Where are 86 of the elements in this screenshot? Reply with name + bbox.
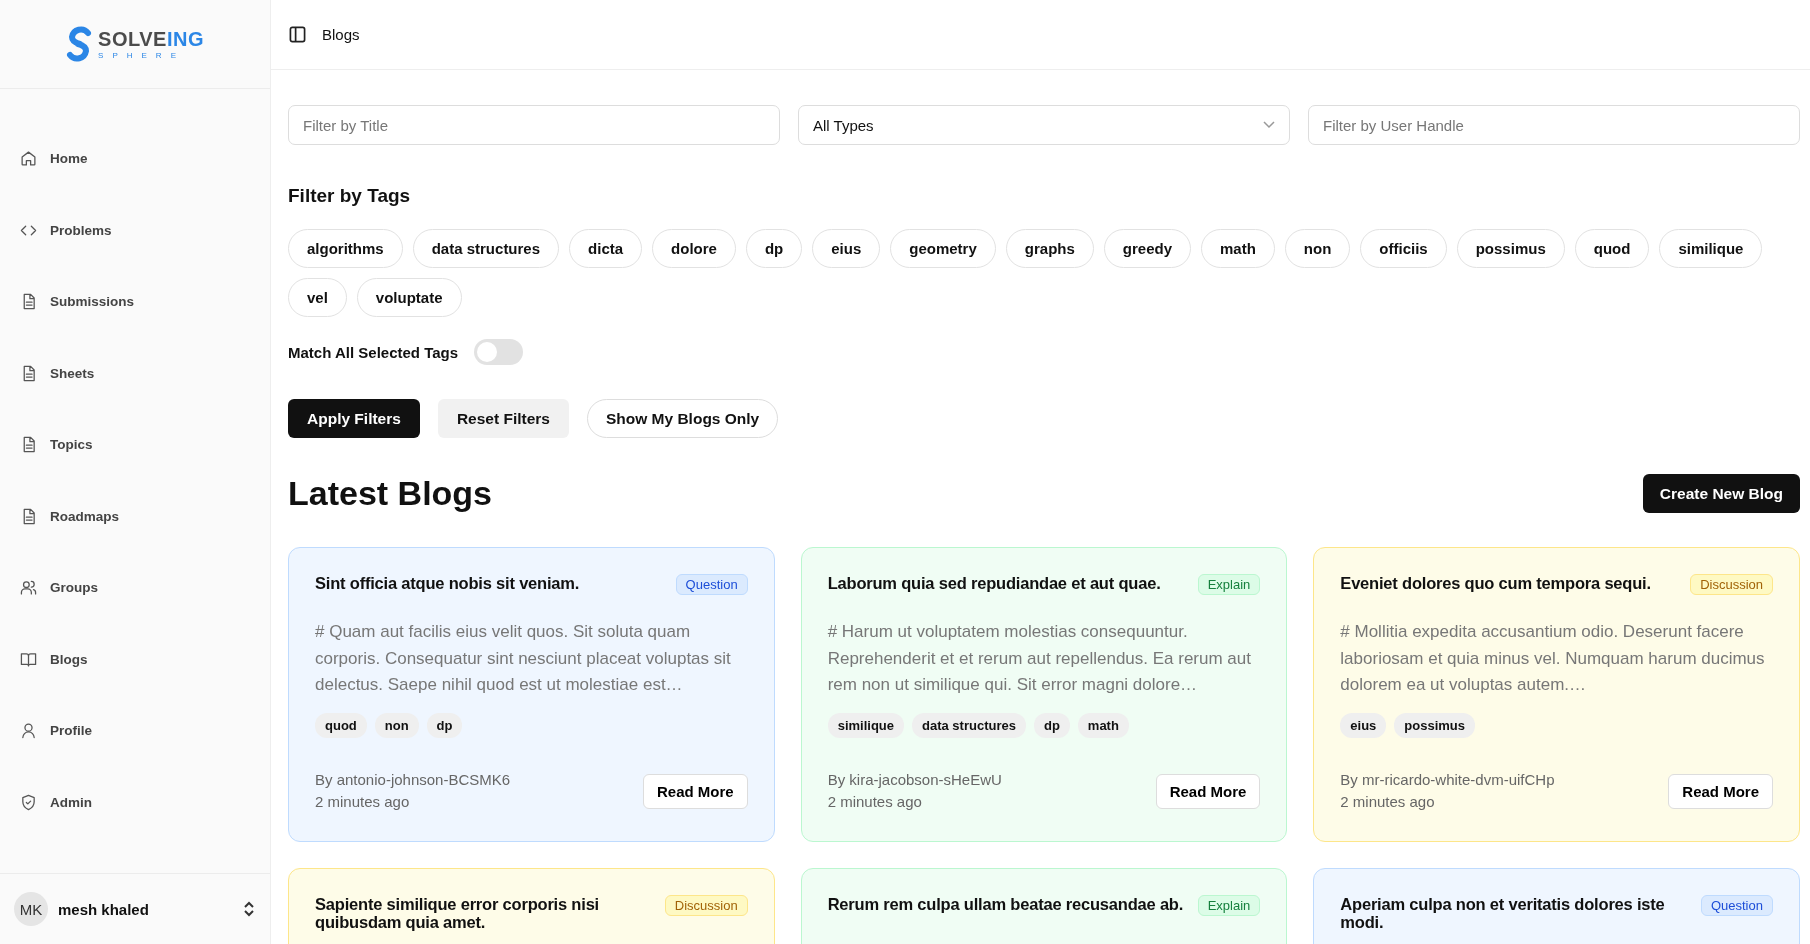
sidebar-item[interactable]: Home: [0, 123, 270, 195]
read-more-button[interactable]: Read More: [642, 774, 748, 809]
tag-chip[interactable]: dp: [745, 229, 803, 268]
type-badge: Discussion: [1690, 574, 1773, 595]
blog-excerpt: # Mollitia expedita accusantium odio. Deserunt facere laboriosam et quia minus vel. Numquam harum ducimus dolorem ea ut voluptas autem.…: [1340, 621, 1766, 696]
blog-tag: dp: [1033, 712, 1070, 738]
type-badge: Question: [675, 574, 748, 595]
blog-tag: quod: [315, 712, 367, 738]
tag-chip[interactable]: non: [1284, 229, 1351, 268]
people-icon: [20, 579, 37, 597]
create-blog-button[interactable]: Create New Blog: [1642, 474, 1800, 513]
handle-filter-field[interactable]: Filter by User Handle: [1308, 105, 1800, 145]
blog-author: By mr-ricardo-white-dvm-uifCHp: [1340, 770, 1555, 790]
chevron-updown-icon[interactable]: [242, 901, 256, 917]
logo-text-accent: ING: [166, 27, 204, 50]
type-badge: Explain: [1197, 574, 1261, 595]
tag-chip[interactable]: similique: [1659, 229, 1763, 268]
toggle-switch[interactable]: [474, 339, 524, 365]
primary-button[interactable]: Apply Filters: [288, 399, 420, 438]
outline-button[interactable]: Show My Blogs Only: [586, 399, 779, 438]
logo-text: SOLVE: [98, 27, 167, 50]
type-select[interactable]: All Types: [798, 105, 1290, 145]
page-title: Blogs: [322, 26, 360, 43]
type-badge: Explain: [1197, 895, 1261, 916]
sidebar-toggle-icon[interactable]: [289, 26, 306, 43]
blog-title: Laborum quia sed repudiandae et aut quae.: [827, 574, 1161, 593]
tag-chip[interactable]: data structures: [412, 229, 560, 268]
home-icon: [20, 150, 37, 168]
tag-chip[interactable]: eius: [812, 229, 881, 268]
blog-title: Sapiente similique error corporis nisi quibusdam quia amet.: [315, 895, 600, 932]
read-more-button[interactable]: Read More: [1668, 774, 1773, 809]
tag-chip[interactable]: voluptate: [356, 278, 462, 317]
tag-chip[interactable]: math: [1201, 229, 1275, 268]
type-badge: Discussion: [664, 895, 748, 916]
tag-chip[interactable]: greedy: [1103, 229, 1191, 268]
sidebar-item[interactable]: Admin: [0, 766, 270, 838]
sidebar-item[interactable]: Submissions: [0, 266, 270, 338]
chevron-down-icon: [1263, 121, 1275, 129]
tag-chip[interactable]: vel: [288, 278, 347, 317]
blog-title: Rerum rem culpa ullam beatae recusandae ab.: [827, 895, 1184, 914]
tag-chip[interactable]: algorithms: [288, 229, 403, 268]
blog-tag: math: [1077, 712, 1129, 738]
logo-tagline: SPHERE: [98, 51, 186, 60]
tag-chip[interactable]: graphs: [1005, 229, 1094, 268]
section-title: Latest Blogs: [288, 474, 493, 513]
blog-tag: possimus: [1394, 712, 1476, 738]
blog-tag: eius: [1340, 712, 1387, 738]
sidebar-item[interactable]: Topics: [0, 409, 270, 481]
book-icon: [20, 650, 37, 668]
sidebar-item[interactable]: Blogs: [0, 623, 270, 695]
sidebar-item[interactable]: Problems: [0, 194, 270, 266]
toggle-label: Match All Selected Tags: [288, 343, 459, 361]
section-heading: Filter by Tags: [288, 185, 412, 207]
blog-excerpt: # Quam aut facilis eius velit quos. Sit soluta quam corporis. Consequatur sint nesciunt placeat voluptas sit delectus. Saepe nihil quod est ut molestiae est…: [315, 621, 732, 696]
blog-tag: non: [374, 712, 419, 738]
blog-author: By kira-jacobson-sHeEwU: [827, 770, 1002, 790]
type-badge: Question: [1700, 895, 1773, 916]
blog-tag: data structures: [912, 712, 1026, 738]
user-name: mesh khaled: [58, 900, 150, 918]
blog-excerpt: # Harum ut voluptatem molestias consequuntur. Reprehenderit et et rerum aut repellendus. Ea rerum aut rem non ut similique qui. Sit error magni dolore…: [827, 621, 1252, 696]
blog-time: 2 minutes ago: [315, 792, 411, 812]
shield-icon: [20, 793, 37, 811]
blog-title: Eveniet dolores quo cum tempora sequi.: [1340, 574, 1651, 593]
blog-title: Sint officia atque nobis sit veniam.: [315, 574, 580, 593]
sidebar-item[interactable]: Profile: [0, 695, 270, 767]
title-filter-field[interactable]: Filter by Title: [288, 105, 780, 145]
logo-icon: [66, 25, 93, 63]
user-avatar: MK: [14, 892, 48, 926]
blog-time: 2 minutes ago: [1340, 792, 1436, 812]
read-more-button[interactable]: Read More: [1155, 774, 1261, 809]
tag-chip[interactable]: officiis: [1360, 229, 1447, 268]
blog-tag: dp: [426, 712, 463, 738]
sidebar-item[interactable]: Groups: [0, 552, 270, 624]
blog-title: Aperiam culpa non et veritatis dolores iste modi.: [1340, 895, 1666, 932]
secondary-button[interactable]: Reset Filters: [437, 399, 569, 438]
tag-chip[interactable]: geometry: [890, 229, 996, 268]
tag-chip[interactable]: possimus: [1456, 229, 1565, 268]
blog-author: By antonio-johnson-BCSMK6: [315, 770, 511, 790]
tag-chip[interactable]: dicta: [569, 229, 643, 268]
sidebar-item[interactable]: Sheets: [0, 337, 270, 409]
blog-time: 2 minutes ago: [827, 792, 923, 812]
blog-tag: similique: [827, 712, 904, 738]
tag-chip[interactable]: quod: [1574, 229, 1650, 268]
sidebar-item[interactable]: Roadmaps: [0, 480, 270, 552]
tag-chip[interactable]: dolore: [652, 229, 736, 268]
person-icon: [20, 722, 37, 740]
